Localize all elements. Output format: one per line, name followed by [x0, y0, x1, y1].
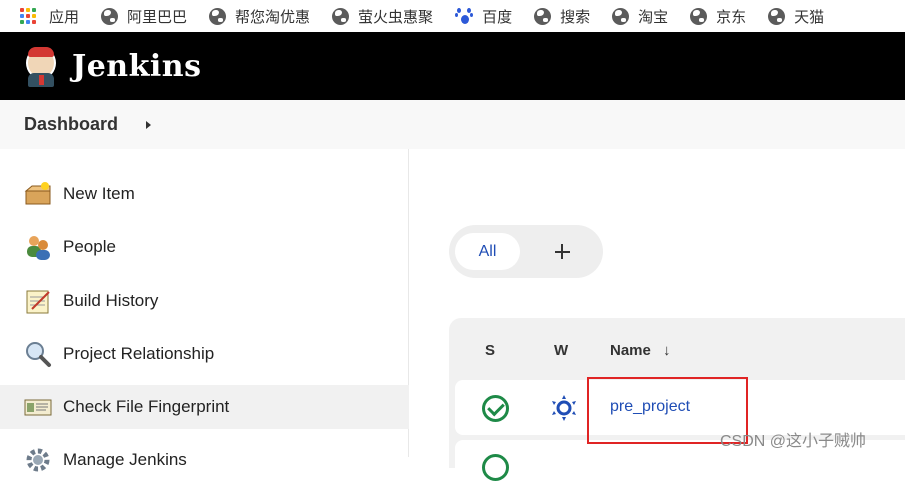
- notepad-icon: [24, 287, 52, 315]
- globe-icon: [612, 7, 630, 25]
- sunny-icon: [551, 395, 577, 421]
- baidu-paw-icon: [455, 7, 474, 25]
- page-header: Jenkins: [0, 32, 905, 100]
- globe-icon: [690, 7, 708, 25]
- bookmark-label: 天猫: [794, 8, 825, 26]
- sidebar-item-label: New Item: [63, 184, 135, 203]
- column-header-weather[interactable]: W: [554, 342, 568, 359]
- breadcrumb-chevron-icon[interactable]: [146, 120, 152, 129]
- jenkins-butler-icon[interactable]: [22, 45, 60, 87]
- bookmark-label: 淘宝: [638, 8, 669, 26]
- success-check-icon: [482, 395, 509, 422]
- sidebar-item-label: Manage Jenkins: [63, 450, 187, 469]
- bookmark-taobao[interactable]: 淘宝: [612, 0, 668, 32]
- tab-all[interactable]: All: [455, 233, 520, 270]
- sidebar-item-label: Check File Fingerprint: [63, 397, 230, 416]
- gear-icon: [24, 446, 52, 474]
- brand-title[interactable]: Jenkins: [72, 49, 201, 84]
- people-icon: [24, 233, 52, 261]
- new-item-icon: [24, 180, 52, 208]
- success-check-icon: [482, 454, 509, 481]
- sidebar-item-label: Project Relationship: [63, 344, 215, 363]
- bookmark-label: 萤火虫惠聚: [358, 8, 434, 26]
- sidebar-item-label: People: [63, 237, 116, 256]
- globe-icon: [768, 7, 786, 25]
- view-tabs: All: [449, 225, 603, 278]
- apps-grid-icon: [20, 7, 37, 25]
- bookmark-search[interactable]: 搜索: [534, 0, 590, 32]
- column-header-status[interactable]: S: [485, 342, 495, 359]
- sidebar-item-check-file-fingerprint[interactable]: Check File Fingerprint: [0, 385, 409, 429]
- watermark: CSDN @这小子贼帅: [720, 433, 867, 450]
- bookmark-tmall[interactable]: 天猫: [768, 0, 824, 32]
- bookmark-label: 百度: [482, 8, 513, 26]
- bookmark-label: 应用: [49, 8, 80, 26]
- sidebar-item-new-item[interactable]: New Item: [0, 172, 409, 216]
- bookmark-jd[interactable]: 京东: [690, 0, 746, 32]
- globe-icon: [332, 7, 350, 25]
- globe-icon: [534, 7, 552, 25]
- sidebar-item-manage-jenkins[interactable]: Manage Jenkins: [0, 438, 409, 482]
- bookmark-apps[interactable]: 应用: [20, 0, 79, 32]
- sidebar-item-label: Build History: [63, 291, 159, 310]
- add-view-button[interactable]: [545, 233, 579, 270]
- fingerprint-card-icon: [24, 393, 52, 421]
- bookmark-yinghuochong[interactable]: 萤火虫惠聚: [332, 0, 433, 32]
- bookmark-taoyouhui[interactable]: 帮您淘优惠: [209, 0, 310, 32]
- magnifier-icon: [24, 340, 52, 368]
- sidebar-item-build-history[interactable]: Build History: [0, 279, 409, 323]
- column-header-name[interactable]: Name: [610, 342, 651, 359]
- breadcrumb: Dashboard: [0, 100, 905, 149]
- bookmark-label: 帮您淘优惠: [235, 8, 311, 26]
- bookmark-label: 搜索: [560, 8, 591, 26]
- bookmark-alibaba[interactable]: 阿里巴巴: [101, 0, 187, 32]
- bookmarks-bar: 应用 阿里巴巴 帮您淘优惠 萤火虫惠聚 百度 搜索 淘宝 京东 天猫: [0, 0, 905, 32]
- sort-down-icon: ↓: [663, 342, 671, 359]
- bookmark-baidu[interactable]: 百度: [455, 0, 512, 32]
- bookmark-label: 京东: [716, 8, 747, 26]
- globe-icon: [209, 7, 227, 25]
- bookmark-label: 阿里巴巴: [127, 8, 188, 26]
- side-panel: New Item People Build History Project Re…: [0, 149, 409, 472]
- globe-icon: [101, 7, 119, 25]
- sidebar-item-project-relationship[interactable]: Project Relationship: [0, 332, 409, 376]
- sidebar-item-people[interactable]: People: [0, 225, 409, 269]
- breadcrumb-dashboard[interactable]: Dashboard: [24, 114, 118, 135]
